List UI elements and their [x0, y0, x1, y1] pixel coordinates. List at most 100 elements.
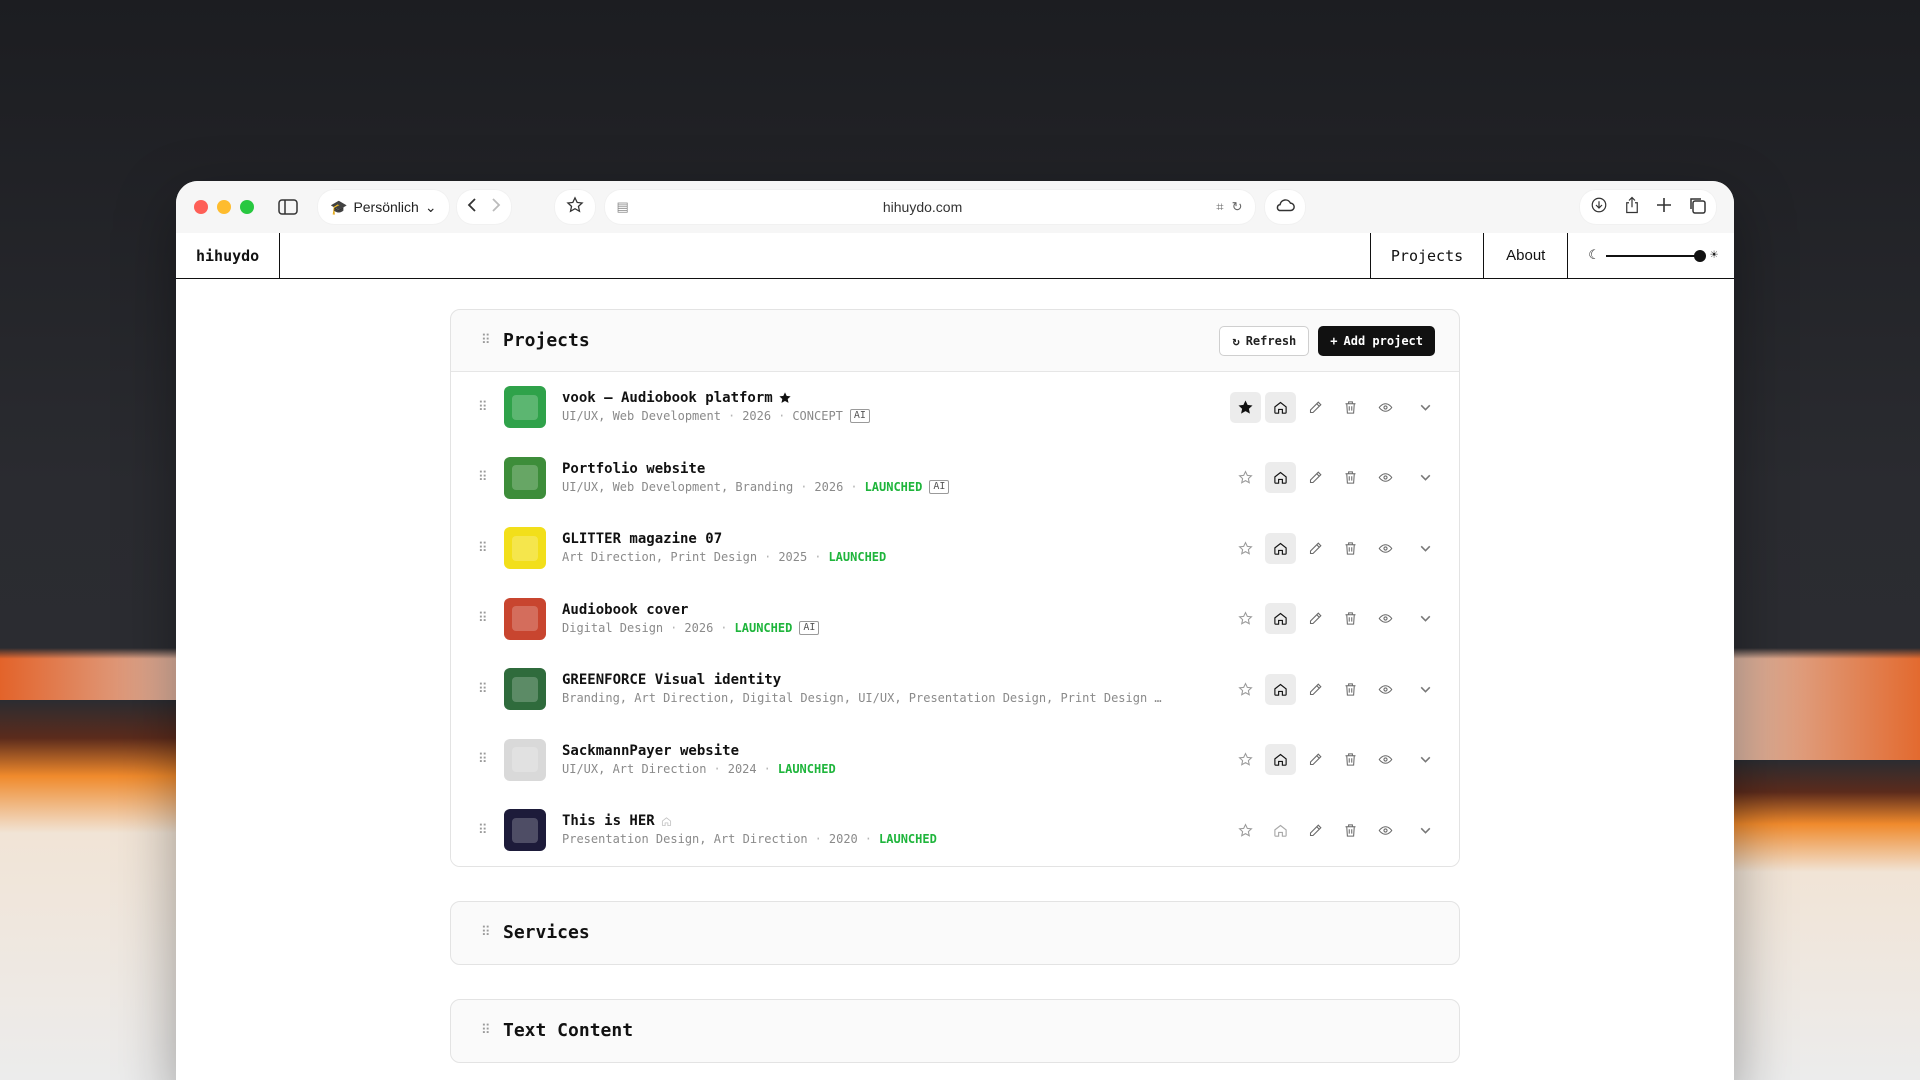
nav-projects[interactable]: Projects [1369, 233, 1483, 278]
drag-handle-icon[interactable]: ⠿ [478, 611, 500, 626]
share-icon[interactable] [1624, 196, 1640, 219]
delete-trash-icon[interactable] [1335, 392, 1366, 423]
delete-trash-icon[interactable] [1335, 674, 1366, 705]
edit-pencil-icon[interactable] [1300, 462, 1331, 493]
drag-handle-icon[interactable]: ⠿ [478, 400, 500, 415]
feature-toggle-star-icon[interactable] [1230, 674, 1261, 705]
visibility-eye-icon[interactable] [1370, 462, 1401, 493]
delete-trash-icon[interactable] [1335, 744, 1366, 775]
visibility-eye-icon[interactable] [1370, 674, 1401, 705]
zoom-window-button[interactable] [240, 200, 254, 214]
project-meta: UI/UX, Web Development, Branding · 2026 · LA… [562, 478, 1202, 496]
expand-chevron-icon[interactable] [1415, 603, 1435, 634]
download-icon[interactable] [1590, 196, 1608, 219]
minimize-window-button[interactable] [217, 200, 231, 214]
project-meta: UI/UX, Art Direction · 2024 · LAUNCHED [562, 761, 836, 776]
text-content-header[interactable]: ⠿ Text Content [451, 1000, 1459, 1062]
edit-pencil-icon[interactable] [1300, 392, 1331, 423]
delete-trash-icon[interactable] [1335, 815, 1366, 846]
expand-chevron-icon[interactable] [1415, 744, 1435, 775]
expand-chevron-icon[interactable] [1415, 462, 1435, 493]
services-section[interactable]: ⠿ Services [450, 900, 1460, 965]
edit-pencil-icon[interactable] [1300, 815, 1331, 846]
feature-toggle-star-icon[interactable] [1230, 533, 1261, 564]
edit-pencil-icon[interactable] [1300, 674, 1331, 705]
cloud-button[interactable] [1264, 190, 1305, 224]
site-nav: Projects About ☾ ☀ [1369, 233, 1734, 278]
home-toggle-icon[interactable] [1265, 462, 1296, 494]
refresh-icon: ↻ [1232, 333, 1240, 348]
forward-icon[interactable] [491, 197, 501, 218]
expand-chevron-icon[interactable] [1415, 533, 1435, 564]
address-bar[interactable]: ▤ hihuydo.com ⌗ ↻ [604, 190, 1255, 224]
edit-pencil-icon[interactable] [1300, 744, 1331, 775]
new-tab-icon[interactable] [1656, 197, 1672, 218]
visibility-eye-icon[interactable] [1370, 392, 1401, 423]
reload-icon[interactable]: ↻ [1232, 199, 1243, 215]
drag-handle-icon[interactable]: ⠿ [481, 1023, 503, 1038]
visibility-eye-icon[interactable] [1370, 744, 1401, 775]
theme-slider-knob[interactable] [1694, 249, 1707, 262]
project-row[interactable]: ⠿ This is HER Presentation Design, Art Dir… [451, 795, 1459, 866]
row-actions [1230, 532, 1435, 564]
edit-pencil-icon[interactable] [1300, 533, 1331, 564]
back-icon[interactable] [467, 197, 477, 218]
chevron-down-icon: ⌄ [424, 198, 437, 215]
feature-toggle-star-icon[interactable] [1230, 462, 1261, 493]
delete-trash-icon[interactable] [1335, 533, 1366, 564]
drag-handle-icon[interactable]: ⠿ [478, 682, 500, 697]
expand-chevron-icon[interactable] [1415, 815, 1435, 846]
close-window-button[interactable] [194, 200, 208, 214]
expand-chevron-icon[interactable] [1415, 674, 1435, 705]
section-title: Projects [503, 330, 590, 351]
feature-toggle-star-icon[interactable] [1230, 603, 1261, 634]
expand-chevron-icon[interactable] [1415, 392, 1435, 423]
feature-toggle-star-icon[interactable] [1230, 744, 1261, 775]
profile-label: Persönlich [353, 199, 419, 215]
drag-handle-icon[interactable]: ⠿ [481, 333, 503, 348]
edit-pencil-icon[interactable] [1300, 603, 1331, 634]
drag-handle-icon[interactable]: ⠿ [478, 823, 500, 838]
project-year: 2024 [727, 761, 757, 776]
refresh-button[interactable]: ↻ Refresh [1219, 325, 1310, 356]
add-project-button[interactable]: + Add project [1318, 325, 1435, 356]
home-toggle-icon[interactable] [1265, 815, 1296, 846]
home-toggle-icon[interactable] [1265, 532, 1296, 564]
project-row[interactable]: ⠿ Audiobook cover Digital Design · 2026 · LAUN… [451, 584, 1459, 655]
home-toggle-icon[interactable] [1265, 744, 1296, 776]
home-toggle-icon[interactable] [1265, 391, 1296, 423]
project-thumbnail [504, 809, 546, 852]
profile-switcher[interactable]: 🎓 Persönlich ⌄ [318, 190, 449, 224]
translate-icon[interactable]: ⌗ [1216, 199, 1223, 215]
delete-trash-icon[interactable] [1335, 603, 1366, 634]
project-row[interactable]: ⠿ vook – Audiobook platform UI/UX, Web Dev… [451, 372, 1459, 443]
section-title: Text Content [503, 1020, 634, 1041]
project-tags: Art Direction, Print Design [562, 550, 758, 565]
tab-overview-icon[interactable] [1688, 196, 1706, 219]
home-toggle-icon[interactable] [1265, 603, 1296, 635]
project-row[interactable]: ⠿ GREENFORCE Visual identity Branding, Art… [451, 654, 1459, 725]
text-content-section[interactable]: ⠿ Text Content [450, 998, 1460, 1063]
project-thumbnail [504, 738, 546, 781]
drag-handle-icon[interactable]: ⠿ [478, 470, 500, 485]
drag-handle-icon[interactable]: ⠿ [478, 752, 500, 767]
theme-slider[interactable] [1606, 249, 1707, 262]
visibility-eye-icon[interactable] [1370, 603, 1401, 634]
project-row[interactable]: ⠿ SackmannPayer website UI/UX, Art Directi… [451, 725, 1459, 796]
drag-handle-icon[interactable]: ⠿ [481, 925, 503, 940]
nav-about[interactable]: About [1483, 233, 1567, 278]
feature-toggle-star-icon[interactable] [1230, 391, 1261, 423]
sidebar-toggle-icon[interactable] [272, 191, 304, 223]
services-header[interactable]: ⠿ Services [451, 902, 1459, 964]
home-toggle-icon[interactable] [1265, 673, 1296, 705]
visibility-eye-icon[interactable] [1370, 533, 1401, 564]
project-row[interactable]: ⠿ GLITTER magazine 07 Art Direction, Print… [451, 513, 1459, 584]
site-logo[interactable]: hihuydo [176, 233, 281, 278]
feature-toggle-star-icon[interactable] [1230, 815, 1261, 846]
project-list: ⠿ vook – Audiobook platform UI/UX, Web Dev… [451, 372, 1459, 866]
delete-trash-icon[interactable] [1335, 462, 1366, 493]
drag-handle-icon[interactable]: ⠿ [478, 541, 500, 556]
project-row[interactable]: ⠿ Portfolio website UI/UX, Web Development… [451, 443, 1459, 514]
visibility-eye-icon[interactable] [1370, 815, 1401, 846]
favorites-button[interactable] [554, 190, 595, 224]
